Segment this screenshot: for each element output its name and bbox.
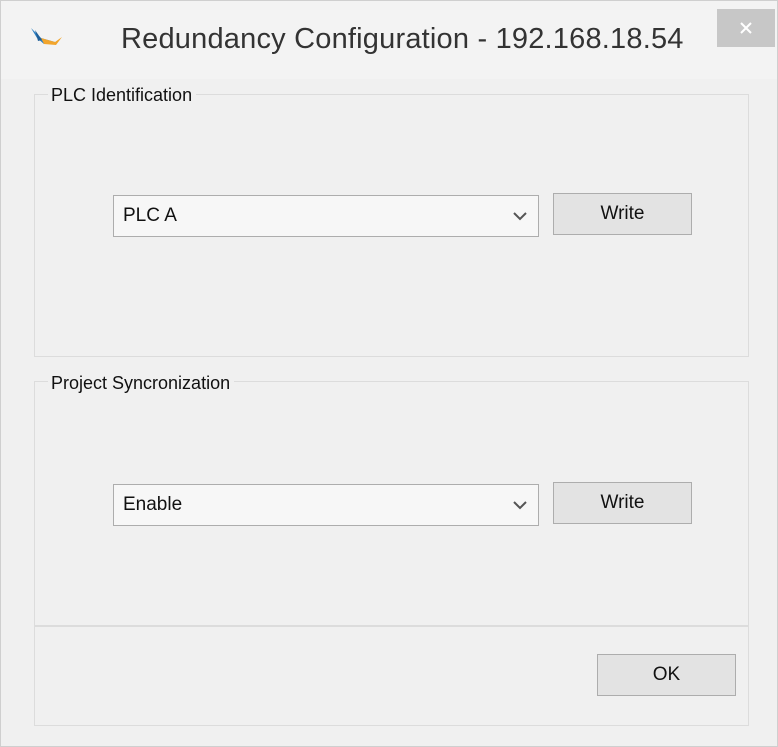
close-button[interactable] xyxy=(717,9,775,47)
project-sync-legend: Project Syncronization xyxy=(48,372,235,394)
project-sync-write-button[interactable]: Write xyxy=(553,482,692,524)
project-sync-selected-value: Enable xyxy=(123,494,183,515)
chevron-down-icon xyxy=(513,501,527,510)
plc-identification-legend: PLC Identification xyxy=(48,84,197,106)
close-icon xyxy=(740,22,752,34)
title-bar[interactable]: Redundancy Configuration - 192.168.18.54 xyxy=(1,1,777,79)
plc-identification-write-button[interactable]: Write xyxy=(553,193,692,235)
project-sync-dropdown[interactable]: Enable xyxy=(113,484,539,526)
plc-identification-selected-value: PLC A xyxy=(123,205,177,226)
chevron-down-icon xyxy=(513,212,527,221)
ok-button[interactable]: OK xyxy=(597,654,736,696)
redundancy-configuration-dialog: Redundancy Configuration - 192.168.18.54… xyxy=(0,0,778,747)
dialog-body: PLC Identification PLC A Write Project S… xyxy=(10,79,770,739)
window-title: Redundancy Configuration - 192.168.18.54 xyxy=(121,23,684,55)
plc-identification-dropdown[interactable]: PLC A xyxy=(113,195,539,237)
bird-logo-icon xyxy=(31,28,62,45)
